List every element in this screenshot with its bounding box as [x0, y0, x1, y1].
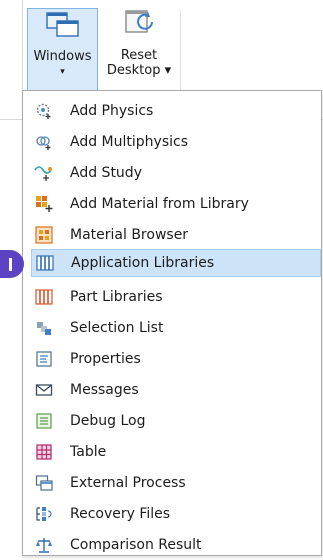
menu-item-properties[interactable]: Properties	[31, 345, 321, 373]
menu-item-debug-log[interactable]: Debug Log	[31, 407, 321, 435]
application-libraries-icon	[35, 253, 55, 273]
add-physics-icon	[34, 101, 54, 121]
comparison-result-icon	[34, 535, 54, 555]
menu-item-label: Add Study	[70, 165, 142, 181]
reset-label-line2: Desktop ▾	[106, 63, 172, 78]
ribbon-divider	[180, 10, 181, 100]
menu-item-messages[interactable]: Messages	[31, 376, 321, 404]
recovery-files-icon	[34, 504, 54, 524]
properties-icon	[34, 349, 54, 369]
menu-item-add-physics[interactable]: Add Physics	[31, 97, 321, 125]
chevron-down-icon: ▾	[60, 67, 65, 77]
menu-item-label: Add Multiphysics	[70, 134, 188, 150]
menu-item-recovery-files[interactable]: Recovery Files	[31, 500, 321, 528]
messages-icon	[34, 380, 54, 400]
menu-item-label: Debug Log	[70, 413, 146, 429]
add-multiphysics-icon	[34, 132, 54, 152]
menu-item-label: Material Browser	[70, 227, 189, 243]
menu-item-add-study[interactable]: Add Study	[31, 159, 321, 187]
menu-item-part-libraries[interactable]: Part Libraries	[31, 283, 321, 311]
windows-button-label: Windows	[33, 49, 92, 64]
ribbon-edge	[0, 0, 23, 120]
menu-item-label: Comparison Result	[70, 537, 202, 553]
table-icon	[34, 442, 54, 462]
step-marker	[0, 250, 24, 278]
menu-item-label: Application Libraries	[71, 255, 215, 271]
menu-item-material-browser[interactable]: Material Browser	[31, 221, 321, 249]
menu-item-label: Recovery Files	[70, 506, 171, 522]
selection-list-icon	[34, 318, 54, 338]
menu-item-label: Messages	[70, 382, 139, 398]
menu-item-label: Part Libraries	[70, 289, 163, 305]
external-process-icon	[34, 473, 54, 493]
menu-item-label: Add Material from Library	[70, 196, 249, 212]
menu-item-comparison-result[interactable]: Comparison Result	[31, 531, 321, 559]
reset-desktop-button[interactable]: Reset Desktop ▾	[103, 8, 175, 94]
windows-icon	[28, 9, 97, 43]
add-study-icon	[34, 163, 54, 183]
menu-item-table[interactable]: Table	[31, 438, 321, 466]
windows-button[interactable]: Windows ▾	[27, 8, 98, 94]
menu-item-label: Properties	[70, 351, 141, 367]
reset-desktop-icon	[103, 8, 175, 42]
menu-item-application-libraries[interactable]: Application Libraries	[31, 249, 321, 277]
part-libraries-icon	[34, 287, 54, 307]
reset-label-line1: Reset	[120, 48, 158, 63]
menu-item-add-material[interactable]: Add Material from Library	[31, 190, 321, 218]
menu-item-external-process[interactable]: External Process	[31, 469, 321, 497]
menu-item-add-multiphysics[interactable]: Add Multiphysics	[31, 128, 321, 156]
menu-item-label: Table	[70, 444, 107, 460]
add-material-icon	[34, 194, 54, 214]
menu-item-label: External Process	[70, 475, 186, 491]
windows-dropdown-menu: Add Physics Add Multiphysics Add Study A…	[22, 90, 322, 556]
menu-item-selection-list[interactable]: Selection List	[31, 314, 321, 342]
material-browser-icon	[34, 225, 54, 245]
debug-log-icon	[34, 411, 54, 431]
step-marker-bar	[8, 257, 12, 271]
menu-item-label: Selection List	[70, 320, 164, 336]
menu-item-label: Add Physics	[70, 103, 154, 119]
